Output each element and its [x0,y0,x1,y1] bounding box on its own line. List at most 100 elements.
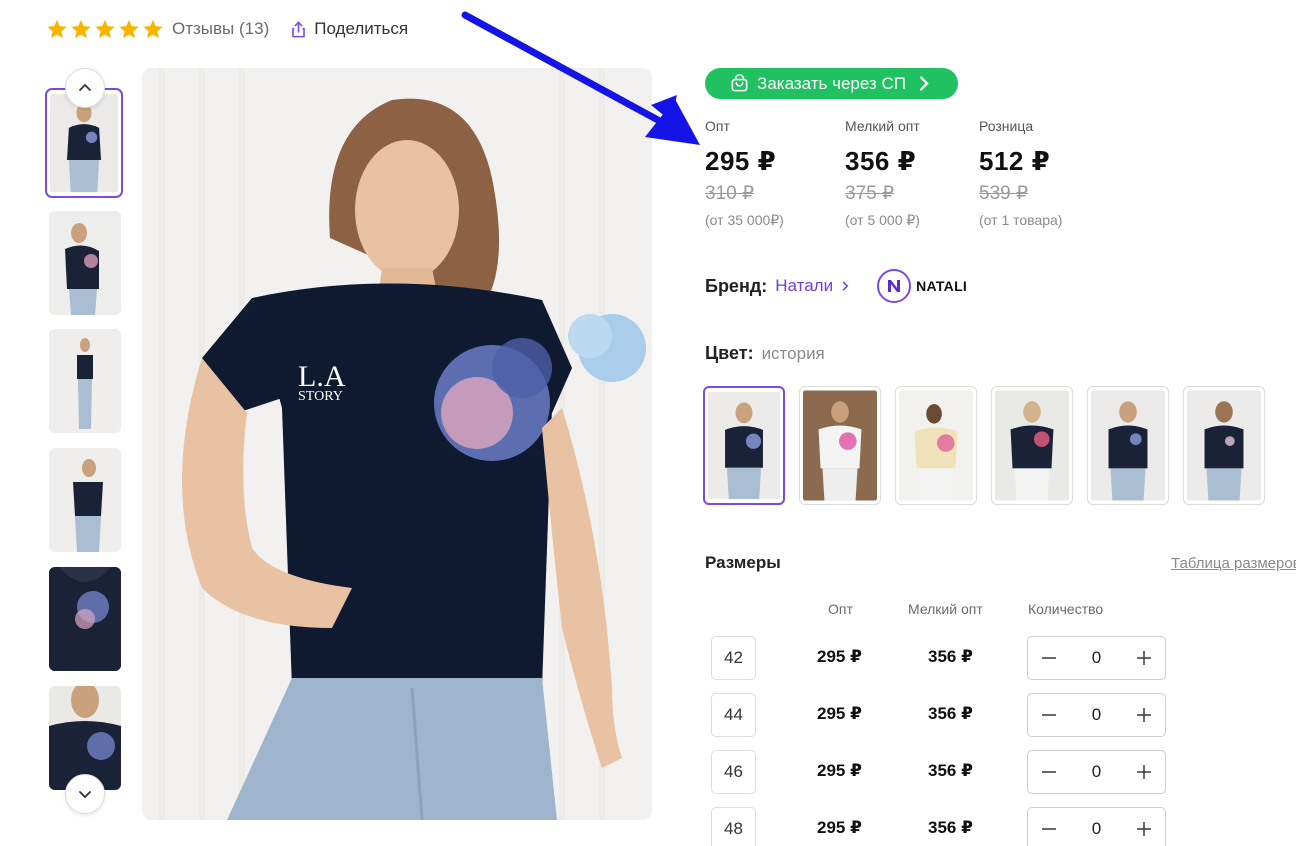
size-row: 42 295 ₽ 356 ₽ 0 [711,636,1171,680]
increase-button[interactable] [1133,818,1155,840]
main-product-image[interactable]: L.A STORY [142,68,652,820]
size-button[interactable]: 46 [711,750,756,794]
price-old: 539 ₽ [979,183,1029,204]
thumbnail-5[interactable] [49,567,121,671]
swatch-image [1187,390,1261,501]
quantity-value[interactable]: 0 [1077,762,1117,782]
increase-button[interactable] [1133,704,1155,726]
quantity-value[interactable]: 0 [1077,705,1117,725]
size-button[interactable]: 44 [711,693,756,737]
plus-icon [1137,651,1151,665]
price-old: 310 ₽ [705,183,755,204]
price-current: 356 ₽ [845,146,917,176]
rating-stars [46,18,164,40]
decrease-button[interactable] [1038,818,1060,840]
minus-icon [1042,771,1056,773]
quantity-value[interactable]: 0 [1077,819,1117,839]
swatch-image [708,391,780,500]
size-button[interactable]: 48 [711,807,756,846]
star-icon [71,19,91,39]
order-button-label: Заказать через СП [757,73,906,93]
size-table-link[interactable]: Таблица размеров [1171,555,1296,572]
thumbnail-3[interactable] [49,329,121,433]
price-opt: Опт 295 ₽ 310 ₽ (от 35 000₽) [705,118,784,229]
color-swatch-6[interactable] [1183,386,1265,505]
plus-icon [1137,708,1151,722]
color-swatches [703,386,1265,505]
size-price-small-opt: 356 ₽ [928,647,973,666]
plus-icon [1137,765,1151,779]
thumbnails-up-button[interactable] [65,68,105,108]
decrease-button[interactable] [1038,761,1060,783]
brand-link[interactable]: Натали [775,276,851,296]
color-value: история [761,344,825,363]
price-condition: (от 35 000₽) [705,212,784,228]
size-button[interactable]: 42 [711,636,756,680]
swatch-image [803,390,877,501]
color-swatch-1[interactable] [703,386,785,505]
share-label: Поделиться [314,19,409,38]
share-icon [292,21,306,37]
chevron-down-icon [79,791,91,799]
thumbnail-2[interactable] [49,211,121,315]
brand-label: Бренд: [705,275,768,296]
order-via-sp-button[interactable]: Заказать через СП [705,68,958,99]
brand-row: Бренд: Натали NATALI [705,269,967,303]
price-label: Розница [979,118,1034,134]
color-swatch-2[interactable] [799,386,881,505]
color-swatch-5[interactable] [1087,386,1169,505]
swatch-image [1091,390,1165,501]
increase-button[interactable] [1133,647,1155,669]
thumbnail-list [44,68,126,818]
thumbnail-image [49,329,121,433]
reviews-link[interactable]: Отзывы (13) [172,19,269,39]
decrease-button[interactable] [1038,647,1060,669]
star-icon [47,19,67,39]
size-price-opt: 295 ₽ [817,704,862,723]
color-swatch-3[interactable] [895,386,977,505]
thumbnail-4[interactable] [49,448,121,552]
chevron-up-icon [79,83,91,91]
price-current: 295 ₽ [705,146,777,176]
product-photo: L.A STORY [142,68,652,820]
decrease-button[interactable] [1038,704,1060,726]
chevron-right-icon [842,281,849,291]
minus-icon [1042,657,1056,659]
star-icon [143,19,163,39]
svg-text:STORY: STORY [298,389,343,404]
price-condition: (от 5 000 ₽) [845,212,920,228]
price-retail: Розница 512 ₽ 539 ₽ (от 1 товара) [979,118,1062,228]
size-price-small-opt: 356 ₽ [928,761,973,780]
brand-logo[interactable]: NATALI [877,269,967,303]
swatch-image [899,390,973,501]
minus-icon [1042,714,1056,716]
color-swatch-4[interactable] [991,386,1073,505]
size-price-opt: 295 ₽ [817,818,862,837]
star-icon [119,19,139,39]
price-condition: (от 1 товара) [979,212,1063,228]
price-small-opt: Мелкий опт 356 ₽ 375 ₽ (от 5 000 ₽) [845,118,920,229]
increase-button[interactable] [1133,761,1155,783]
size-row: 46 295 ₽ 356 ₽ 0 [711,750,1171,794]
thumbnail-image [50,93,118,193]
quantity-value[interactable]: 0 [1077,648,1117,668]
column-header-opt: Опт [828,601,853,617]
size-price-small-opt: 356 ₽ [928,818,973,837]
quantity-stepper: 0 [1027,750,1166,794]
size-price-opt: 295 ₽ [817,761,862,780]
column-header-small-opt: Мелкий опт [908,601,983,617]
price-old: 375 ₽ [845,183,895,204]
thumbnails-down-button[interactable] [65,774,105,814]
size-row: 48 295 ₽ 356 ₽ 0 [711,807,1171,846]
thumbnail-image [49,567,121,671]
share-button[interactable]: Поделиться [289,19,408,39]
price-label: Мелкий опт [845,118,920,134]
brand-logo-icon [877,269,912,303]
rating-bar: Отзывы (13) Поделиться [46,16,408,42]
sizes-title: Размеры [705,553,781,572]
size-price-small-opt: 356 ₽ [928,704,973,723]
star-icon [95,19,115,39]
plus-icon [1137,822,1151,836]
thumbnail-image [49,448,121,552]
quantity-stepper: 0 [1027,807,1166,846]
